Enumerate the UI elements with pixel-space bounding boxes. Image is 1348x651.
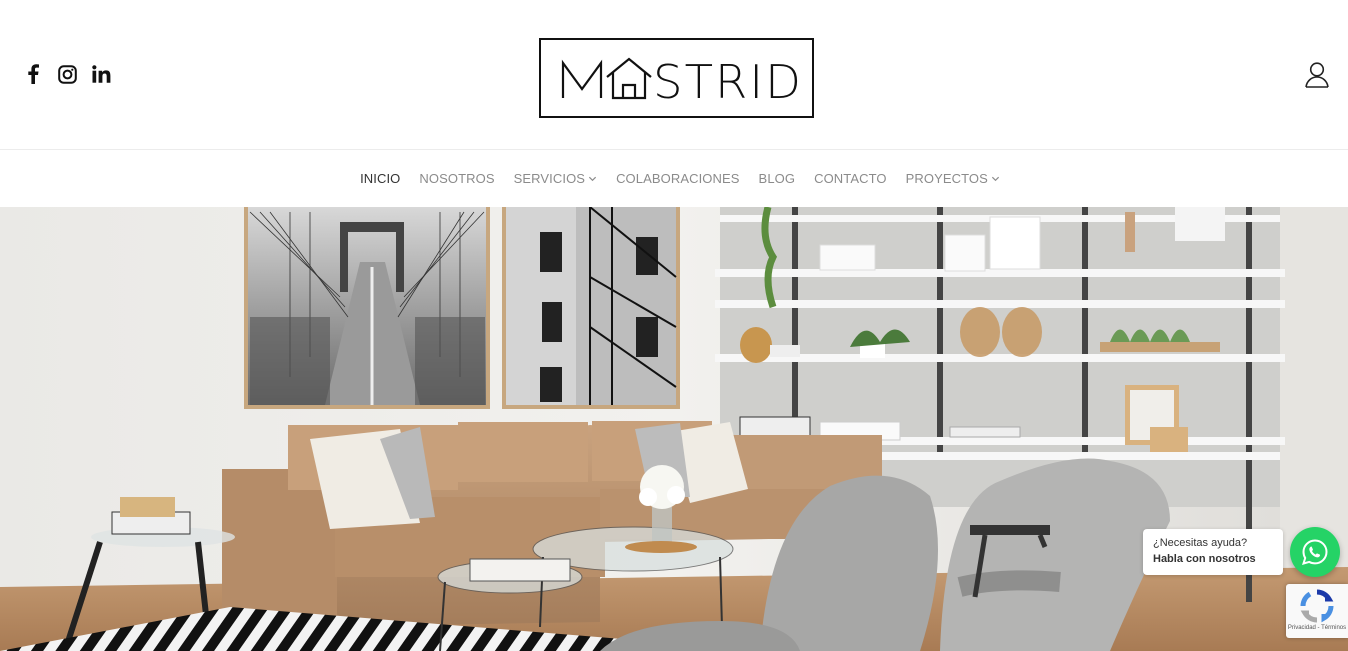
nav-item-label: CONTACTO	[814, 171, 887, 186]
site-logo[interactable]: STRID	[539, 38, 814, 118]
nav-item-nosotros[interactable]: NOSOTROS	[419, 171, 494, 186]
nav-item-contacto[interactable]: CONTACTO	[814, 171, 887, 186]
nav-item-label: INICIO	[360, 171, 401, 186]
user-account-icon[interactable]	[1302, 60, 1332, 90]
chevron-down-icon	[588, 176, 597, 182]
nav-item-label: SERVICIOS	[513, 171, 586, 186]
nav-item-label: COLABORACIONES	[616, 171, 740, 186]
logo-wordmark: STRID	[561, 55, 803, 109]
site-header: STRID	[0, 0, 1348, 150]
svg-text:STRID: STRID	[653, 55, 803, 109]
whatsapp-bubble-line1: ¿Necesitas ayuda?	[1153, 537, 1248, 549]
hero-image	[0, 207, 1348, 651]
nav-item-colaboraciones[interactable]: COLABORACIONES	[616, 171, 739, 186]
nav-list: INICIO NOSOTROS SERVICIOS COLABORACIONES BLO…	[360, 171, 1000, 186]
whatsapp-chat-bubble[interactable]: ¿Necesitas ayuda? Habla con nosotros	[1143, 529, 1283, 575]
recaptcha-text: Privacidad - Términos	[1287, 625, 1347, 631]
nav-item-inicio[interactable]: INICIO	[360, 171, 400, 186]
whatsapp-button[interactable]	[1290, 527, 1340, 577]
nav-item-label: PROYECTOS	[905, 171, 988, 186]
linkedin-icon[interactable]	[90, 63, 112, 85]
facebook-icon[interactable]	[22, 63, 44, 85]
nav-item-servicios[interactable]: SERVICIOS	[514, 171, 597, 186]
whatsapp-icon	[1302, 539, 1328, 565]
chevron-down-icon	[991, 176, 999, 182]
hero-banner	[0, 207, 1348, 651]
recaptcha-badge[interactable]: Privacidad - Términos	[1286, 584, 1348, 638]
instagram-icon[interactable]	[56, 63, 78, 85]
nav-item-label: NOSOTROS	[419, 171, 495, 186]
nav-item-proyectos[interactable]: PROYECTOS	[906, 171, 1000, 186]
main-nav: INICIO NOSOTROS SERVICIOS COLABORACIONES BLO…	[0, 150, 1348, 207]
whatsapp-bubble-line2: Habla con nosotros	[1153, 553, 1256, 565]
social-links	[22, 63, 112, 85]
nav-item-blog[interactable]: BLOG	[759, 171, 796, 186]
recaptcha-icon	[1300, 589, 1334, 623]
nav-item-label: BLOG	[758, 171, 796, 186]
